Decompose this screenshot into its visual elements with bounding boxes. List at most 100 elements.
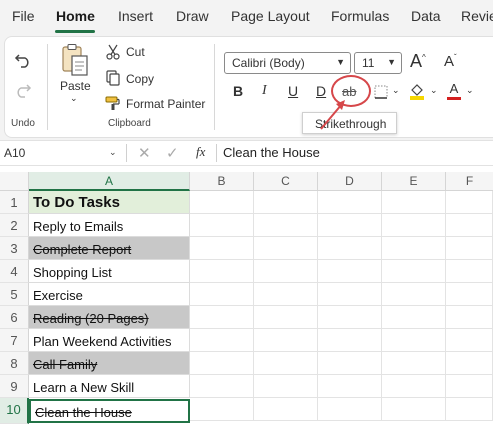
empty-cell[interactable]	[446, 214, 493, 237]
empty-cell[interactable]	[254, 191, 318, 214]
empty-cell[interactable]	[254, 214, 318, 237]
row-header[interactable]: 4	[0, 260, 29, 283]
format-painter-button[interactable]: Format Painter	[126, 97, 205, 111]
cell-a5[interactable]: Exercise	[29, 283, 190, 306]
empty-cell[interactable]	[382, 283, 446, 306]
empty-cell[interactable]	[254, 237, 318, 260]
empty-cell[interactable]	[446, 375, 493, 398]
tab-file[interactable]: File	[12, 8, 35, 24]
empty-cell[interactable]	[446, 306, 493, 329]
cell-a7[interactable]: Plan Weekend Activities	[29, 329, 190, 352]
empty-cell[interactable]	[318, 283, 382, 306]
grow-font-icon[interactable]: A^	[410, 51, 426, 72]
format-painter-icon[interactable]	[104, 95, 122, 111]
paste-icon[interactable]	[58, 42, 92, 78]
empty-cell[interactable]	[190, 375, 254, 398]
tab-home[interactable]: Home	[56, 8, 95, 24]
chevron-down-icon[interactable]: ⌄	[392, 85, 400, 96]
column-header-d[interactable]: D	[318, 172, 382, 191]
empty-cell[interactable]	[446, 191, 493, 214]
empty-cell[interactable]	[254, 260, 318, 283]
empty-cell[interactable]	[318, 214, 382, 237]
empty-cell[interactable]	[318, 191, 382, 214]
empty-cell[interactable]	[254, 329, 318, 352]
empty-cell[interactable]	[382, 375, 446, 398]
empty-cell[interactable]	[382, 306, 446, 329]
row-header[interactable]: 5	[0, 283, 29, 306]
undo-icon[interactable]	[12, 50, 34, 70]
double-underline-button[interactable]: D	[316, 83, 326, 99]
empty-cell[interactable]	[446, 237, 493, 260]
copy-icon[interactable]	[104, 70, 122, 86]
empty-cell[interactable]	[254, 398, 318, 421]
empty-cell[interactable]	[446, 283, 493, 306]
row-header[interactable]: 7	[0, 329, 29, 352]
tab-review[interactable]: Revie	[461, 8, 493, 24]
tab-data[interactable]: Data	[411, 8, 441, 24]
enter-icon[interactable]: ✓	[166, 144, 179, 162]
cell-a3[interactable]: Complete Report	[29, 237, 190, 260]
empty-cell[interactable]	[382, 329, 446, 352]
cut-button[interactable]: Cut	[126, 45, 145, 59]
fill-color-icon[interactable]	[408, 82, 426, 100]
empty-cell[interactable]	[318, 375, 382, 398]
shrink-font-icon[interactable]: Aˇ	[444, 53, 457, 70]
empty-cell[interactable]	[254, 283, 318, 306]
empty-cell[interactable]	[382, 237, 446, 260]
formula-input[interactable]: Clean the House	[223, 145, 320, 160]
row-header[interactable]: 6	[0, 306, 29, 329]
borders-icon[interactable]	[373, 84, 389, 100]
empty-cell[interactable]	[382, 191, 446, 214]
chevron-down-icon[interactable]: ⌄	[430, 85, 438, 96]
cell-a1[interactable]: To Do Tasks	[29, 191, 190, 214]
empty-cell[interactable]	[190, 214, 254, 237]
tab-draw[interactable]: Draw	[176, 8, 209, 24]
tab-insert[interactable]: Insert	[118, 8, 153, 24]
cell-a10-active[interactable]: Clean the House	[29, 399, 190, 423]
empty-cell[interactable]	[254, 375, 318, 398]
copy-button[interactable]: Copy	[126, 72, 154, 86]
empty-cell[interactable]	[190, 191, 254, 214]
empty-cell[interactable]	[446, 260, 493, 283]
empty-cell[interactable]	[382, 398, 446, 421]
underline-button[interactable]: U	[288, 83, 298, 99]
cut-icon[interactable]	[104, 44, 122, 60]
tab-formulas[interactable]: Formulas	[331, 8, 389, 24]
row-header[interactable]: 9	[0, 375, 29, 398]
column-header-e[interactable]: E	[382, 172, 446, 191]
empty-cell[interactable]	[190, 352, 254, 375]
redo-icon[interactable]	[12, 80, 34, 100]
font-color-icon[interactable]: A	[446, 82, 462, 100]
empty-cell[interactable]	[382, 260, 446, 283]
empty-cell[interactable]	[190, 260, 254, 283]
empty-cell[interactable]	[446, 398, 493, 421]
italic-button[interactable]: I	[262, 83, 267, 99]
empty-cell[interactable]	[318, 306, 382, 329]
cell-a4[interactable]: Shopping List	[29, 260, 190, 283]
row-header[interactable]: 8	[0, 352, 29, 375]
font-family-select[interactable]: Calibri (Body) ▼	[224, 52, 351, 74]
paste-button[interactable]: Paste	[60, 79, 91, 93]
bold-button[interactable]: B	[233, 83, 243, 99]
cell-a9[interactable]: Learn a New Skill	[29, 375, 190, 398]
column-header-b[interactable]: B	[190, 172, 254, 191]
select-all-corner[interactable]	[0, 172, 29, 191]
empty-cell[interactable]	[382, 214, 446, 237]
font-size-select[interactable]: 11 ▼	[354, 52, 402, 74]
row-header[interactable]: 3	[0, 237, 29, 260]
empty-cell[interactable]	[318, 398, 382, 421]
cancel-icon[interactable]: ✕	[138, 144, 151, 162]
empty-cell[interactable]	[318, 352, 382, 375]
empty-cell[interactable]	[254, 306, 318, 329]
cell-a8[interactable]: Call Family	[29, 352, 190, 375]
empty-cell[interactable]	[318, 237, 382, 260]
name-box[interactable]: A10 ⌄	[0, 142, 120, 164]
empty-cell[interactable]	[190, 329, 254, 352]
empty-cell[interactable]	[254, 352, 318, 375]
cell-a6[interactable]: Reading (20 Pages)	[29, 306, 190, 329]
row-header[interactable]: 2	[0, 214, 29, 237]
insert-function-icon[interactable]: fx	[196, 144, 205, 160]
empty-cell[interactable]	[446, 352, 493, 375]
empty-cell[interactable]	[382, 352, 446, 375]
empty-cell[interactable]	[190, 237, 254, 260]
